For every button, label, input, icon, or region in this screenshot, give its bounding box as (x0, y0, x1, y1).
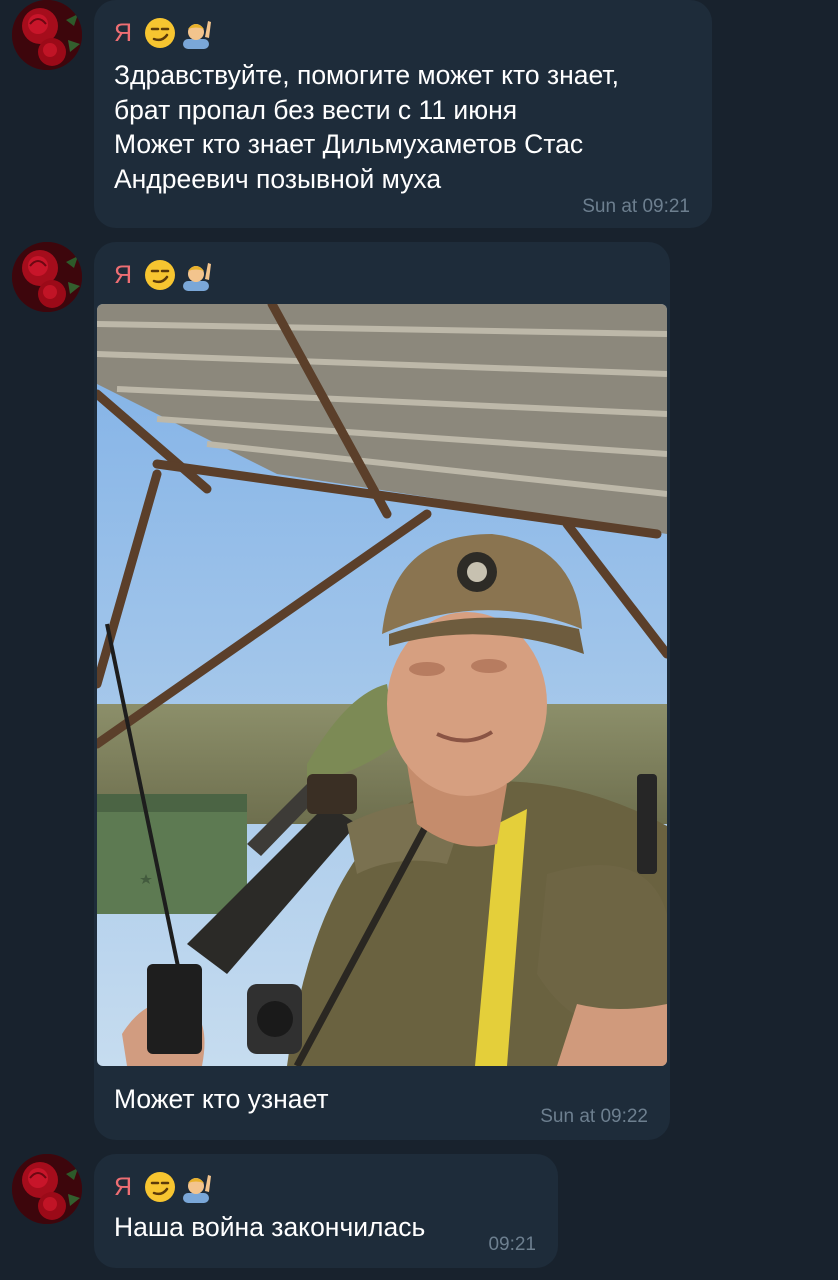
person-raising-hand-icon (180, 17, 212, 49)
sender-avatar[interactable] (12, 0, 82, 70)
smirking-face-icon (144, 259, 176, 291)
message-bubble[interactable]: Я Наша война закончилась 09:21 (94, 1154, 558, 1268)
chat-history[interactable]: Я Здравствуйте, помогите может кто знает… (0, 0, 838, 1280)
message-time: Sun at 09:22 (540, 1106, 648, 1127)
smirking-face-icon (144, 1171, 176, 1203)
rose-avatar-icon (12, 242, 82, 312)
photo-message-bubble[interactable]: Я Может кто узнает Sun at 09:22 (94, 242, 670, 1140)
message-time: Sun at 09:21 (582, 196, 690, 217)
sender-line: Я (114, 1170, 212, 1204)
rose-avatar-icon (12, 0, 82, 70)
message-time: 09:21 (488, 1234, 536, 1255)
sender-avatar[interactable] (12, 242, 82, 312)
message-text: Наша война закончилась (114, 1212, 426, 1242)
photo-caption: Может кто узнает (114, 1084, 329, 1114)
person-raising-hand-icon (180, 259, 212, 291)
sender-line: Я (114, 16, 212, 50)
sender-line: Я (114, 258, 212, 292)
soldier-selfie-photo[interactable] (97, 304, 667, 1066)
person-raising-hand-icon (180, 1171, 212, 1203)
sender-name[interactable]: Я (114, 1170, 132, 1204)
sender-avatar[interactable] (12, 1154, 82, 1224)
smirking-face-icon (144, 17, 176, 49)
rose-avatar-icon (12, 1154, 82, 1224)
sender-name[interactable]: Я (114, 258, 132, 292)
message-bubble[interactable]: Я Здравствуйте, помогите может кто знает… (94, 0, 712, 228)
message-text: Здравствуйте, помогите может кто знает, … (114, 60, 619, 194)
sender-name[interactable]: Я (114, 16, 132, 50)
